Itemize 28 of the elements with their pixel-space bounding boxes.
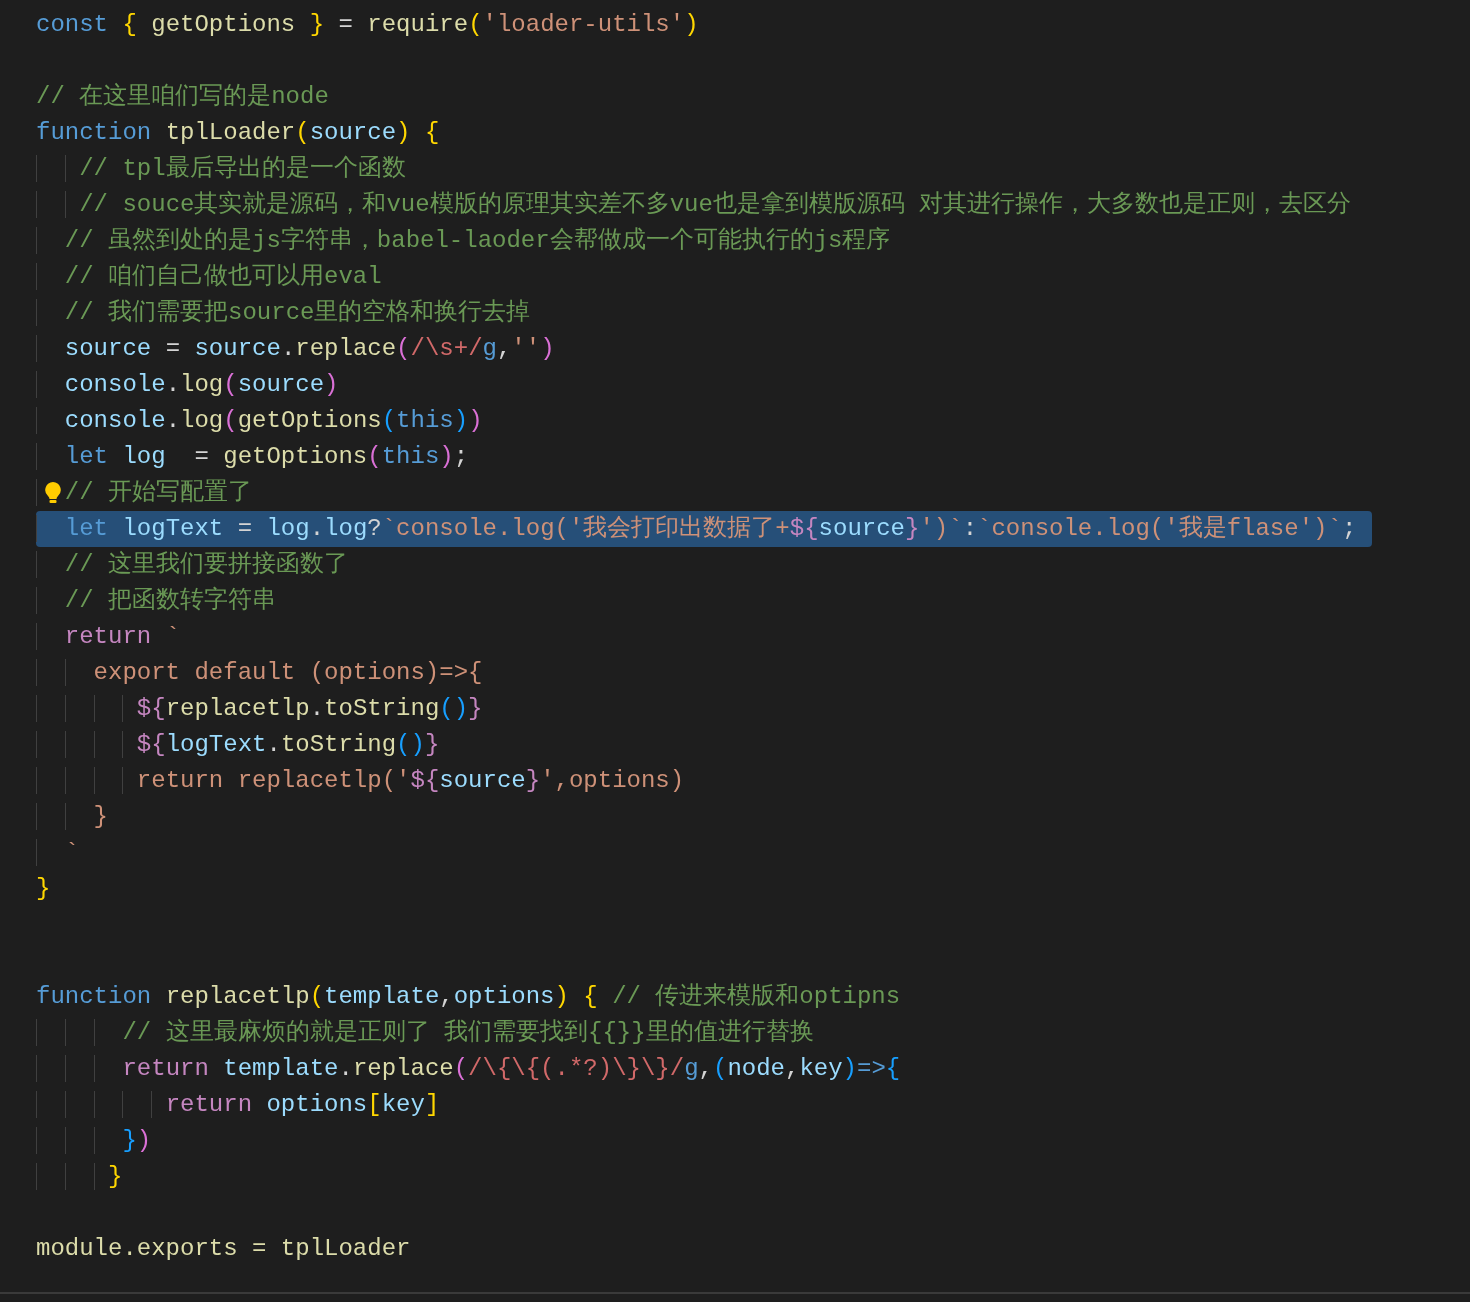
code-line: } xyxy=(36,874,51,904)
code-line: // 我们需要把source里的空格和换行去掉 xyxy=(36,295,531,331)
code-line: module.exports = tplLoader xyxy=(36,1234,411,1264)
code-line: console.log(source) xyxy=(36,367,339,403)
code-line: // 开始写配置了 xyxy=(36,475,253,511)
code-line: return ` xyxy=(36,619,181,655)
code-line: // 咱们自己做也可以用eval xyxy=(36,259,382,295)
code-line: export default (options)=>{ xyxy=(36,655,483,691)
code-line: // 虽然到处的是js字符串，babel-laoder会帮做成一个可能执行的js程序 xyxy=(36,223,891,259)
code-line: // 这里最麻烦的就是正则了 我们需要找到{{}}里的值进行替换 xyxy=(36,1015,814,1051)
code-line: function tplLoader(source) { xyxy=(36,118,440,148)
code-line: return replacetlp('${source}',options) xyxy=(36,763,685,799)
code-line: console.log(getOptions(this)) xyxy=(36,403,483,439)
code-line: // 把函数转字符串 xyxy=(36,583,277,619)
code-line: const { getOptions } = require('loader-utils') xyxy=(36,10,699,40)
code-line: // tpl最后导出的是一个函数 xyxy=(36,151,406,187)
code-line: return template.replace(/\{\{(.*?)\}\}/g,(node,key)=>{ xyxy=(36,1051,901,1087)
code-line: source = source.replace(/\s+/g,'') xyxy=(36,331,555,367)
code-line: // souce其实就是源码，和vue模版的原理其实差不多vue也是拿到模版源码 对其进行操作，大多数也是正则，去区分 xyxy=(36,187,1352,223)
code-line: function replacetlp(template,options) { // 传进来模版和optipns xyxy=(36,982,901,1012)
code-line: ${replacetlp.toString()} xyxy=(36,691,483,727)
lightbulb-icon[interactable] xyxy=(44,481,62,505)
code-line: return options[key] xyxy=(36,1087,440,1123)
code-line: ${logText.toString()} xyxy=(36,727,440,763)
code-line: // 这里我们要拼接函数了 xyxy=(36,547,349,583)
code-line: ` xyxy=(36,835,80,871)
code-line: let log = getOptions(this); xyxy=(36,439,469,475)
code-line: // 在这里咱们写的是node xyxy=(36,82,329,112)
